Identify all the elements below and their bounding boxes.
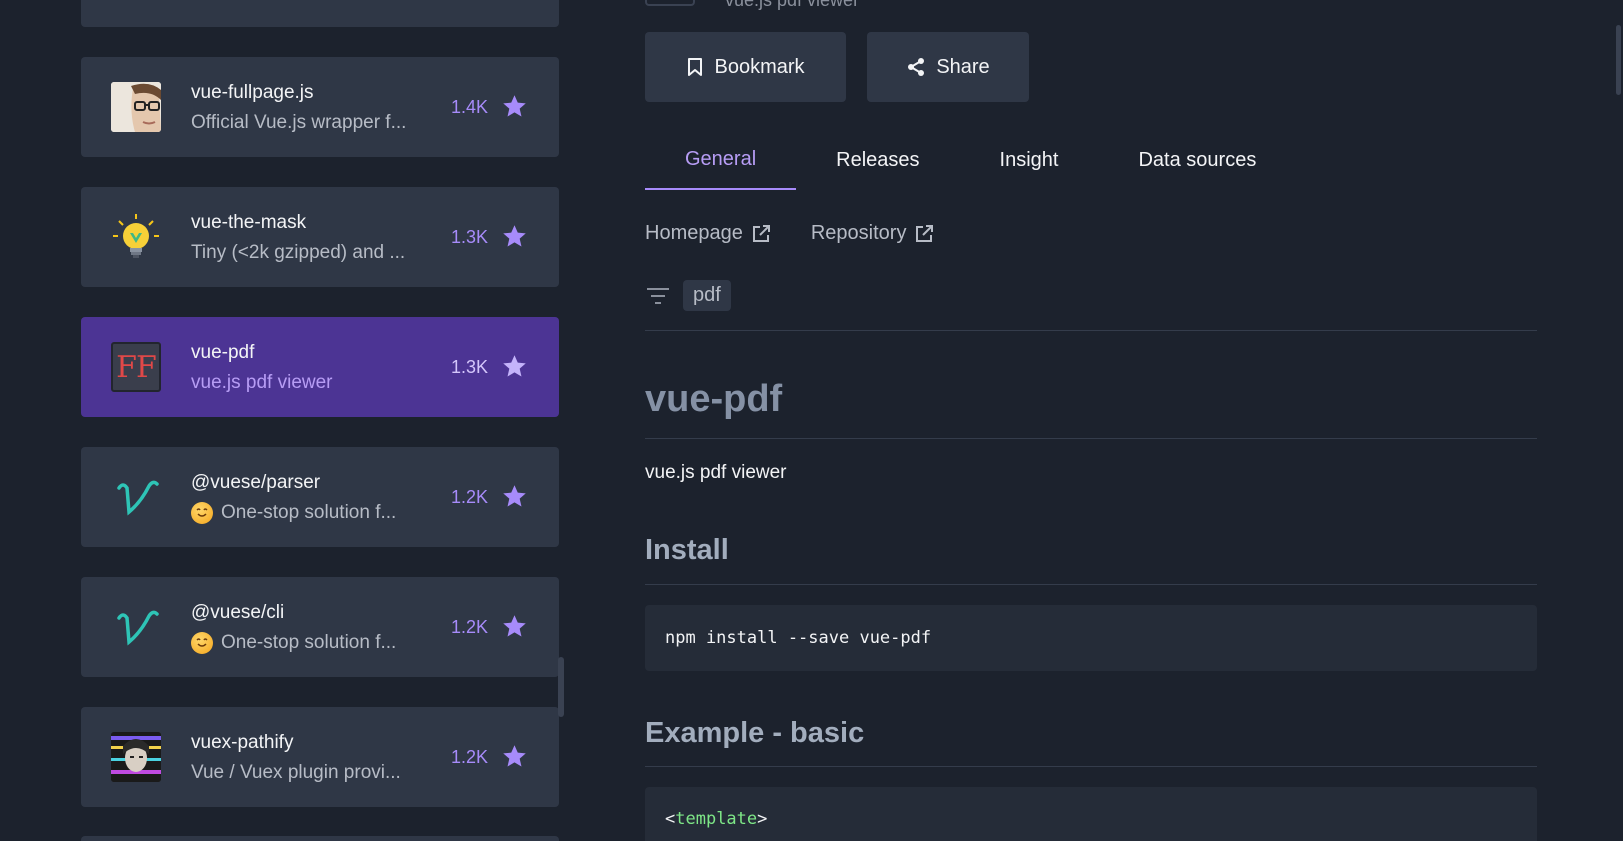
package-description-text: Vue / Vuex plugin provi...	[191, 762, 401, 783]
package-description-text: One-stop solution f...	[221, 502, 397, 523]
package-card-partial[interactable]	[81, 836, 559, 841]
install-code-block[interactable]: npm install --save vue-pdf	[645, 605, 1537, 671]
star-count: 1.4K	[451, 97, 489, 117]
package-description-text: One-stop solution f...	[221, 632, 397, 653]
glitch-portrait-avatar	[111, 732, 161, 782]
package-logo-partial	[645, 0, 695, 6]
list-scrollbar[interactable]	[558, 657, 564, 717]
package-text: vue-fullpage.js Official Vue.js wrapper …	[191, 81, 421, 136]
divider	[645, 438, 1537, 439]
package-card[interactable]: vue-fullpage.js Official Vue.js wrapper …	[81, 57, 559, 157]
repository-label: Repository	[810, 222, 907, 244]
package-text: @vuese/parser One-stop solution f...	[191, 471, 421, 526]
external-link-icon	[752, 224, 770, 242]
package-description-text: Tiny (<2k gzipped) and ...	[191, 242, 406, 263]
homepage-link[interactable]: Homepage	[645, 222, 771, 245]
package-card-partial[interactable]	[81, 0, 559, 27]
package-description: One-stop solution f...	[191, 500, 421, 526]
package-card[interactable]: vuex-pathify Vue / Vuex plugin provi... …	[81, 707, 559, 807]
package-text: @vuese/cli One-stop solution f...	[191, 601, 421, 656]
example-code-block[interactable]: < template >	[645, 787, 1537, 841]
star-count: 1.3K	[451, 357, 489, 377]
tab-data-sources[interactable]: Data sources	[1098, 130, 1296, 190]
share-icon	[908, 58, 925, 76]
package-card[interactable]: @vuese/cli One-stop solution f... 1.2K	[81, 577, 559, 677]
example-code-tag: template	[675, 809, 758, 829]
divider	[645, 584, 1537, 585]
tab-general[interactable]: General	[645, 130, 797, 190]
package-text: vue-the-mask Tiny (<2k gzipped) and ...	[191, 211, 421, 266]
package-description: One-stop solution f...	[191, 630, 421, 656]
star-count: 1.3K	[451, 227, 489, 247]
repository-link[interactable]: Repository	[811, 222, 935, 245]
package-name: vue-pdf	[191, 342, 255, 363]
example-code-bracket: >	[757, 809, 768, 829]
divider	[645, 330, 1537, 331]
external-link-icon	[916, 224, 934, 242]
star-icon	[503, 485, 526, 507]
star-icon	[503, 355, 526, 377]
package-subtitle: vue.js pdf viewer	[725, 0, 860, 10]
package-detail: vue.js pdf viewer Bookmark Share General…	[645, 0, 1537, 841]
share-button[interactable]: Share	[867, 32, 1029, 102]
readme-title: vue-pdf	[645, 378, 783, 420]
person-glasses-avatar	[111, 82, 161, 132]
package-card-selected[interactable]: FF vue-pdf vue.js pdf viewer 1.3K	[81, 317, 559, 417]
example-code-bracket: <	[665, 809, 676, 829]
star-icon	[503, 95, 526, 117]
package-list: vue-fullpage.js Official Vue.js wrapper …	[81, 0, 559, 841]
package-description: Tiny (<2k gzipped) and ...	[191, 240, 421, 266]
package-text: vuex-pathify Vue / Vuex plugin provi...	[191, 731, 421, 786]
page-scrollbar[interactable]	[1616, 25, 1621, 95]
external-links: Homepage Repository	[645, 222, 934, 245]
divider	[645, 766, 1537, 767]
package-name: @vuese/cli	[191, 602, 285, 623]
example-heading: Example - basic	[645, 717, 865, 749]
smiling-face-icon	[191, 502, 213, 524]
star-icon	[503, 225, 526, 247]
package-name: vue-fullpage.js	[191, 82, 314, 103]
package-card[interactable]: vue-the-mask Tiny (<2k gzipped) and ... …	[81, 187, 559, 287]
star-count: 1.2K	[451, 747, 489, 767]
vuese-logo-avatar	[111, 472, 161, 522]
vuese-logo-avatar	[111, 602, 161, 652]
share-label: Share	[936, 55, 990, 78]
package-name: vue-the-mask	[191, 212, 307, 233]
filter-icon	[647, 287, 669, 304]
lightbulb-avatar	[111, 212, 161, 262]
tab-releases[interactable]: Releases	[796, 130, 959, 190]
star-icon	[503, 745, 526, 767]
homepage-label: Homepage	[645, 222, 743, 244]
package-description: Vue / Vuex plugin provi...	[191, 760, 421, 786]
package-card[interactable]: @vuese/parser One-stop solution f... 1.2…	[81, 447, 559, 547]
package-description-text: Official Vue.js wrapper f...	[191, 112, 407, 133]
readme-description: vue.js pdf viewer	[645, 462, 787, 483]
package-description: Official Vue.js wrapper f...	[191, 110, 421, 136]
install-code: npm install --save vue-pdf	[665, 628, 932, 648]
package-text: vue-pdf vue.js pdf viewer	[191, 341, 421, 396]
star-count: 1.2K	[451, 617, 489, 637]
tab-insight[interactable]: Insight	[960, 130, 1099, 190]
bookmark-icon	[688, 58, 703, 76]
smiling-face-icon	[191, 632, 213, 654]
package-description-text: vue.js pdf viewer	[191, 372, 333, 393]
star-icon	[503, 615, 526, 637]
star-count: 1.2K	[451, 487, 489, 507]
package-name: vuex-pathify	[191, 732, 294, 753]
detail-tabs: General Releases Insight Data sources	[645, 130, 1296, 190]
ff-logo-avatar: FF	[111, 342, 161, 392]
tag-chip[interactable]: pdf	[683, 280, 731, 311]
install-heading: Install	[645, 534, 729, 566]
package-description: vue.js pdf viewer	[191, 370, 421, 396]
bookmark-label: Bookmark	[714, 55, 805, 78]
bookmark-button[interactable]: Bookmark	[645, 32, 846, 102]
package-name: @vuese/parser	[191, 472, 321, 493]
tags-row: pdf	[645, 280, 731, 311]
